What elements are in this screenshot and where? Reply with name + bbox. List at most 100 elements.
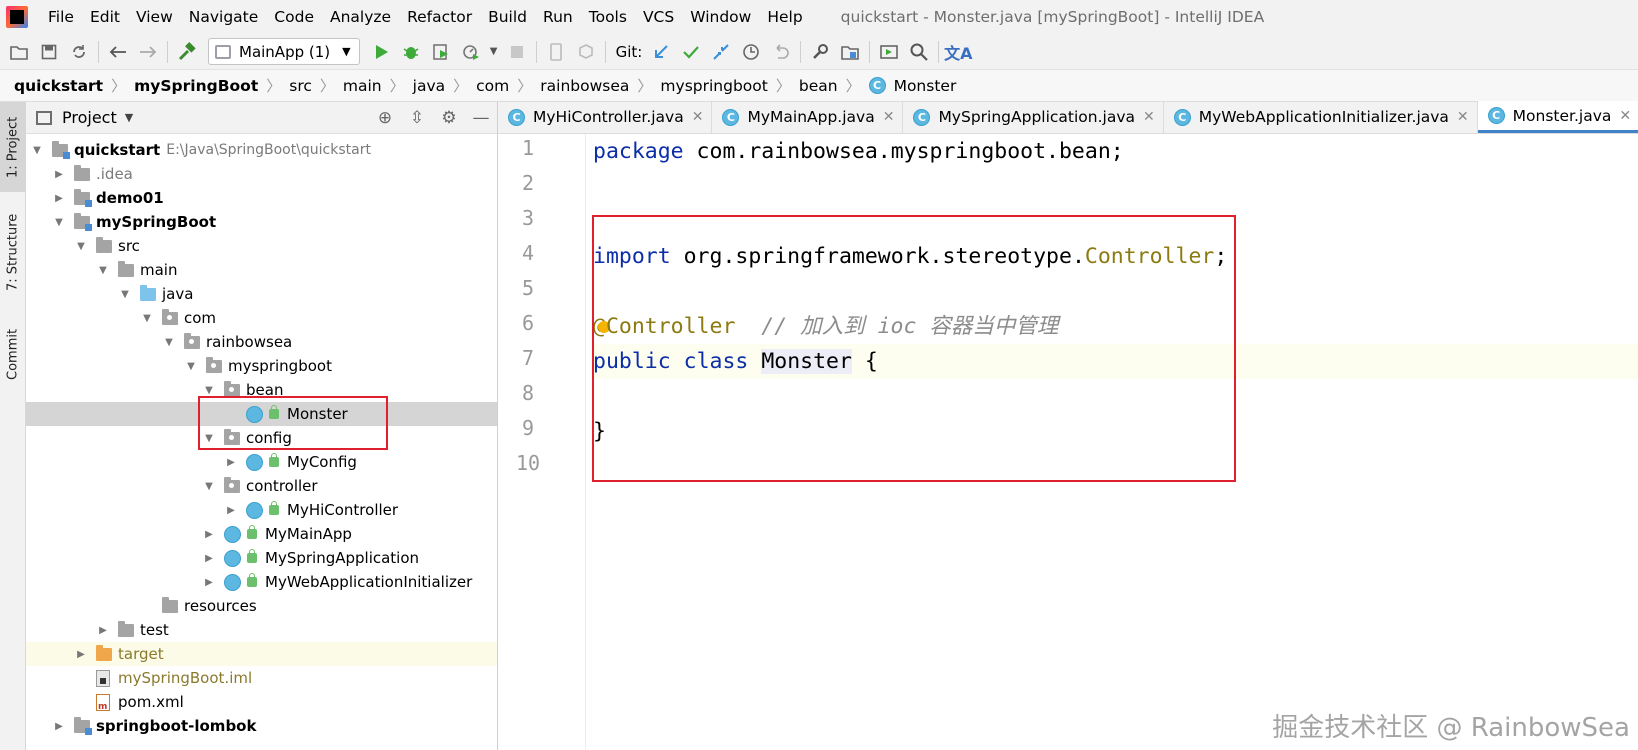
breadcrumb-monster[interactable]: C Monster	[868, 77, 956, 95]
expand-arrow-icon[interactable]: ▼	[74, 241, 88, 252]
expand-arrow-icon[interactable]: ▼	[162, 337, 176, 348]
tree-node-quickstart[interactable]: ▼ quickstart E:\Java\SpringBoot\quicksta…	[26, 138, 497, 162]
project-tool-tab[interactable]: 1: Project	[0, 102, 26, 192]
close-icon[interactable]: ✕	[1143, 109, 1155, 125]
run-configuration-dropdown[interactable]: MainApp (1) ▼	[208, 38, 360, 65]
expand-arrow-icon[interactable]: ▼	[202, 385, 216, 396]
breadcrumb-src[interactable]: src	[289, 77, 312, 95]
forward-arrow-icon[interactable]	[133, 37, 163, 67]
expand-arrow-icon[interactable]: ▼	[202, 481, 216, 492]
tab-myspringapplication[interactable]: C MySpringApplication.java ✕	[903, 101, 1164, 133]
tree-node-rainbowsea[interactable]: ▼ rainbowsea	[26, 330, 497, 354]
menu-window[interactable]: Window	[682, 0, 759, 34]
menu-file[interactable]: File	[40, 0, 82, 34]
translate-icon[interactable]: 文A	[943, 37, 973, 67]
expand-arrow-icon[interactable]: ▼	[118, 289, 132, 300]
tree-node-myspringboot-iml[interactable]: mySpringBoot.iml	[26, 666, 497, 690]
menu-edit[interactable]: Edit	[82, 0, 128, 34]
git-update-arrow-icon[interactable]	[646, 37, 676, 67]
collapse-arrow-icon[interactable]: ▶	[202, 529, 216, 540]
minimize-icon[interactable]: —	[465, 108, 497, 128]
rollback-icon[interactable]	[766, 37, 796, 67]
back-arrow-icon[interactable]	[103, 37, 133, 67]
tree-node-myspringboot-package[interactable]: ▼ myspringboot	[26, 354, 497, 378]
breadcrumb-myspringboot[interactable]: mySpringBoot	[134, 77, 258, 95]
debug-bug-icon[interactable]	[396, 37, 426, 67]
tab-mywebapplicationinitializer[interactable]: C MyWebApplicationInitializer.java ✕	[1164, 101, 1478, 133]
sync-icon[interactable]	[64, 37, 94, 67]
expand-arrow-icon[interactable]: ▼	[52, 217, 66, 228]
tree-node-monster[interactable]: Monster	[26, 402, 497, 426]
collapse-arrow-icon[interactable]: ▶	[74, 649, 88, 660]
tree-node-src[interactable]: ▼ src	[26, 234, 497, 258]
close-icon[interactable]: ✕	[1457, 109, 1469, 125]
search-icon[interactable]	[904, 37, 934, 67]
build-hammer-icon[interactable]	[172, 37, 202, 67]
breadcrumb-quickstart[interactable]: quickstart	[14, 77, 103, 95]
run-icon[interactable]	[366, 37, 396, 67]
collapse-arrow-icon[interactable]: ▶	[224, 505, 238, 516]
menu-view[interactable]: View	[128, 0, 181, 34]
structure-tool-tab[interactable]: 7: Structure	[0, 202, 26, 302]
tree-node-config[interactable]: ▼ config	[26, 426, 497, 450]
close-icon[interactable]: ✕	[692, 109, 704, 125]
locate-target-icon[interactable]: ⊕	[369, 108, 401, 128]
collapse-arrow-icon[interactable]: ▶	[52, 193, 66, 204]
menu-analyze[interactable]: Analyze	[322, 0, 399, 34]
expand-arrow-icon[interactable]: ▼	[184, 361, 198, 372]
tree-node-demo01[interactable]: ▶ demo01	[26, 186, 497, 210]
tree-node-main[interactable]: ▼ main	[26, 258, 497, 282]
tree-node-springboot-lombok[interactable]: ▶ springboot-lombok	[26, 714, 497, 738]
breadcrumb-rainbowsea[interactable]: rainbowsea	[540, 77, 629, 95]
close-icon[interactable]: ✕	[883, 109, 895, 125]
breadcrumb-myspringboot-package[interactable]: myspringboot	[660, 77, 767, 95]
run-with-coverage-icon[interactable]	[426, 37, 456, 67]
breadcrumb-bean[interactable]: bean	[799, 77, 838, 95]
code-line-7[interactable]: public class Monster {	[593, 344, 1638, 379]
gear-icon[interactable]: ⚙	[433, 108, 465, 128]
breadcrumb-com[interactable]: com	[476, 77, 509, 95]
collapse-all-icon[interactable]: ⇳	[401, 108, 433, 128]
tree-node-resources[interactable]: resources	[26, 594, 497, 618]
code-line-1[interactable]: package com.rainbowsea.myspringboot.bean…	[593, 134, 1638, 169]
tree-node-pom-xml[interactable]: pom.xml	[26, 690, 497, 714]
tree-node-bean[interactable]: ▼ bean	[26, 378, 497, 402]
code-line-6[interactable]: @Controller // 加入到 ioc 容器当中管理	[593, 309, 1638, 344]
tree-node-myconfig[interactable]: ▶ MyConfig	[26, 450, 497, 474]
commit-tool-tab[interactable]: Commit	[0, 317, 26, 392]
sdk-manager-icon[interactable]	[571, 37, 601, 67]
code-line-4[interactable]: import org.springframework.stereotype.Co…	[593, 239, 1638, 274]
presentation-icon[interactable]	[874, 37, 904, 67]
menu-code[interactable]: Code	[266, 0, 322, 34]
tab-myhicontroller[interactable]: C MyHiController.java ✕	[498, 101, 713, 133]
chevron-down-icon[interactable]: ▼	[486, 37, 502, 67]
chevron-down-icon[interactable]: ▼	[125, 111, 133, 124]
tree-node-target[interactable]: ▶ target	[26, 642, 497, 666]
stop-icon[interactable]	[502, 37, 532, 67]
menu-run[interactable]: Run	[535, 0, 581, 34]
device-icon[interactable]	[541, 37, 571, 67]
history-clock-icon[interactable]	[736, 37, 766, 67]
menu-build[interactable]: Build	[480, 0, 535, 34]
expand-arrow-icon[interactable]: ▼	[96, 265, 110, 276]
tree-node-mywebapplicationinitializer[interactable]: ▶ MyWebApplicationInitializer	[26, 570, 497, 594]
expand-arrow-icon[interactable]: ▼	[202, 433, 216, 444]
tree-node-controller[interactable]: ▼ controller	[26, 474, 497, 498]
collapse-arrow-icon[interactable]: ▶	[96, 625, 110, 636]
collapse-arrow-icon[interactable]: ▶	[202, 553, 216, 564]
open-folder-icon[interactable]	[4, 37, 34, 67]
collapse-arrow-icon[interactable]: ▶	[224, 457, 238, 468]
tab-monster[interactable]: C Monster.java ✕	[1477, 101, 1638, 133]
tree-node-idea[interactable]: ▶ .idea	[26, 162, 497, 186]
git-push-arrows-icon[interactable]	[706, 37, 736, 67]
menu-navigate[interactable]: Navigate	[181, 0, 267, 34]
close-icon[interactable]: ✕	[1619, 108, 1631, 124]
save-all-icon[interactable]	[34, 37, 64, 67]
tab-mymainapp[interactable]: C MyMainApp.java ✕	[712, 101, 904, 133]
menu-refactor[interactable]: Refactor	[399, 0, 480, 34]
tree-node-myhicontroller[interactable]: ▶ MyHiController	[26, 498, 497, 522]
menu-vcs[interactable]: VCS	[635, 0, 682, 34]
tree-node-test[interactable]: ▶ test	[26, 618, 497, 642]
breadcrumb-main[interactable]: main	[343, 77, 382, 95]
tree-node-java[interactable]: ▼ java	[26, 282, 497, 306]
